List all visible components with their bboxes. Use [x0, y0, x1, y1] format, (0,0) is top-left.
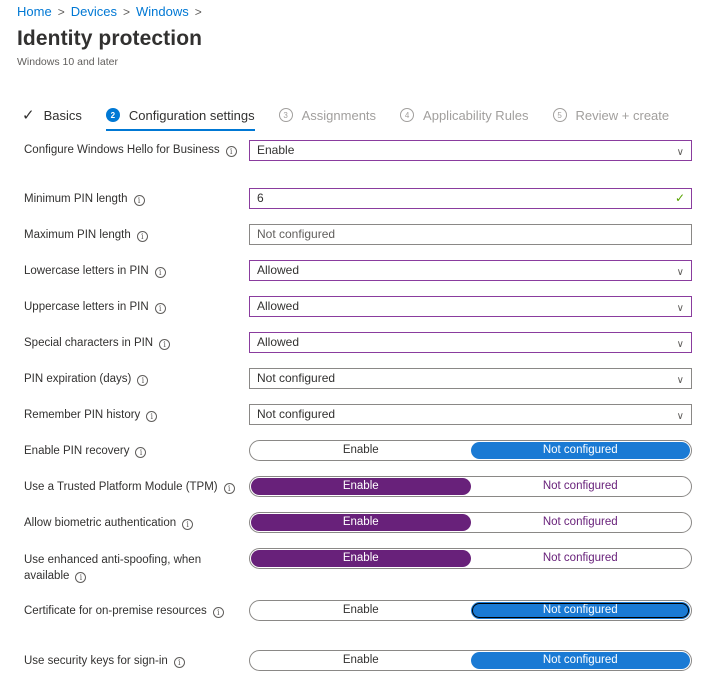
dropdown-value: Not configured	[257, 371, 336, 385]
breadcrumb-windows[interactable]: Windows	[136, 4, 189, 19]
info-icon[interactable]: i	[135, 447, 147, 458]
toggle-option-not-configured[interactable]: Not configured	[470, 602, 690, 619]
lowercase-dropdown[interactable]: Allowed ∨	[249, 260, 692, 281]
breadcrumb-separator-icon: >	[122, 4, 130, 19]
tab-label: Applicability Rules	[423, 107, 529, 123]
page-subtitle: Windows 10 and later	[17, 56, 118, 68]
tab-label: Assignments	[301, 107, 377, 123]
setting-label: Enable PIN recovery	[24, 445, 130, 457]
breadcrumb-devices[interactable]: Devices	[71, 4, 117, 19]
info-icon[interactable]: i	[212, 607, 224, 618]
info-icon[interactable]: i	[146, 411, 158, 422]
setting-label: Minimum PIN length	[24, 193, 128, 205]
tab-review-create[interactable]: 5 Review + create	[552, 103, 670, 127]
dropdown-value: Allowed	[257, 299, 300, 313]
info-icon[interactable]: i	[133, 195, 145, 206]
dropdown-value: Allowed	[257, 335, 300, 349]
breadcrumb-separator-icon: >	[194, 4, 202, 19]
windows-hello-dropdown[interactable]: Enable ∨	[249, 140, 692, 161]
special-characters-dropdown[interactable]: Allowed ∨	[249, 332, 692, 353]
toggle-option-enable[interactable]: Enable	[251, 550, 471, 567]
valid-check-icon: ✓	[674, 191, 685, 205]
chevron-down-icon: ∨	[676, 303, 684, 314]
breadcrumb-separator-icon: >	[57, 4, 65, 19]
chevron-down-icon: ∨	[676, 147, 684, 158]
toggle-option-not-configured[interactable]: Not configured	[471, 478, 691, 495]
input-value: 6	[257, 191, 264, 205]
setting-label: Use enhanced anti-spoofing, when	[24, 554, 202, 566]
setting-label: PIN expiration (days)	[24, 373, 132, 385]
page-title: Identity protection	[17, 27, 203, 50]
setting-label: Remember PIN history	[24, 409, 141, 421]
info-icon[interactable]: i	[225, 146, 237, 157]
biometric-toggle: Enable Not configured	[249, 512, 692, 533]
setting-label: Lowercase letters in PIN	[24, 265, 149, 277]
wizard-tabs: ✓ Basics 2 Configuration settings 3 Assi…	[22, 102, 693, 131]
step-number-icon: 5	[552, 108, 567, 122]
setting-label: Use security keys for sign-in	[24, 655, 168, 667]
setting-label: Maximum PIN length	[24, 229, 131, 241]
certificate-toggle: Enable Not configured	[249, 600, 692, 621]
tab-assignments[interactable]: 3 Assignments	[278, 103, 377, 127]
tab-basics[interactable]: ✓ Basics	[22, 103, 82, 127]
input-placeholder: Not configured	[257, 227, 336, 241]
breadcrumb-home[interactable]: Home	[17, 4, 52, 19]
security-keys-toggle: Enable Not configured	[249, 650, 692, 671]
pin-recovery-toggle: Enable Not configured	[249, 440, 692, 461]
chevron-down-icon: ∨	[676, 339, 684, 350]
toggle-option-enable[interactable]: Enable	[251, 478, 471, 495]
info-icon[interactable]: i	[173, 657, 185, 668]
info-icon[interactable]: i	[159, 339, 171, 350]
step-number-icon: 4	[400, 108, 415, 122]
info-icon[interactable]: i	[154, 303, 166, 314]
tpm-toggle: Enable Not configured	[249, 476, 692, 497]
anti-spoofing-toggle: Enable Not configured	[249, 548, 692, 569]
dropdown-value: Allowed	[257, 263, 300, 277]
pin-history-dropdown[interactable]: Not configured ∨	[249, 404, 692, 425]
toggle-option-enable[interactable]: Enable	[251, 602, 471, 619]
toggle-option-enable[interactable]: Enable	[251, 652, 471, 669]
min-pin-length-input[interactable]: 6 ✓	[249, 188, 692, 209]
checkmark-icon: ✓	[22, 107, 35, 124]
info-icon[interactable]: i	[136, 231, 148, 242]
setting-label: Special characters in PIN	[24, 337, 154, 349]
toggle-option-enable[interactable]: Enable	[251, 514, 471, 531]
setting-label-continued: available	[24, 570, 70, 582]
info-icon[interactable]: i	[223, 483, 235, 494]
info-icon[interactable]: i	[137, 375, 149, 386]
chevron-down-icon: ∨	[676, 411, 684, 422]
toggle-option-not-configured[interactable]: Not configured	[470, 442, 690, 459]
setting-label: Uppercase letters in PIN	[24, 301, 149, 313]
info-icon[interactable]: i	[182, 519, 194, 530]
tab-applicability-rules[interactable]: 4 Applicability Rules	[400, 103, 529, 127]
pin-expiration-dropdown[interactable]: Not configured ∨	[249, 368, 692, 389]
tab-label: Configuration settings	[128, 107, 255, 123]
setting-label: Use a Trusted Platform Module (TPM)	[24, 481, 218, 493]
max-pin-length-input[interactable]: Not configured	[249, 224, 692, 245]
step-number-icon: 2	[105, 108, 120, 122]
info-icon[interactable]: i	[154, 267, 166, 278]
setting-label: Certificate for on-premise resources	[24, 605, 207, 617]
step-number-icon: 3	[278, 108, 293, 122]
setting-label: Allow biometric authentication	[24, 517, 177, 529]
chevron-down-icon: ∨	[676, 375, 684, 386]
breadcrumb: Home > Devices > Windows >	[17, 4, 208, 19]
chevron-down-icon: ∨	[676, 267, 684, 278]
dropdown-value: Not configured	[257, 407, 336, 421]
setting-label: Configure Windows Hello for Business	[24, 144, 220, 156]
dropdown-value: Enable	[257, 143, 295, 157]
tab-configuration-settings[interactable]: 2 Configuration settings	[105, 103, 255, 131]
info-icon[interactable]: i	[75, 572, 87, 583]
tab-label: Basics	[43, 107, 82, 123]
tab-label: Review + create	[575, 107, 670, 123]
toggle-option-not-configured[interactable]: Not configured	[470, 652, 690, 669]
toggle-option-enable[interactable]: Enable	[251, 442, 471, 459]
uppercase-dropdown[interactable]: Allowed ∨	[249, 296, 692, 317]
toggle-option-not-configured[interactable]: Not configured	[471, 550, 691, 567]
toggle-option-not-configured[interactable]: Not configured	[471, 514, 691, 531]
